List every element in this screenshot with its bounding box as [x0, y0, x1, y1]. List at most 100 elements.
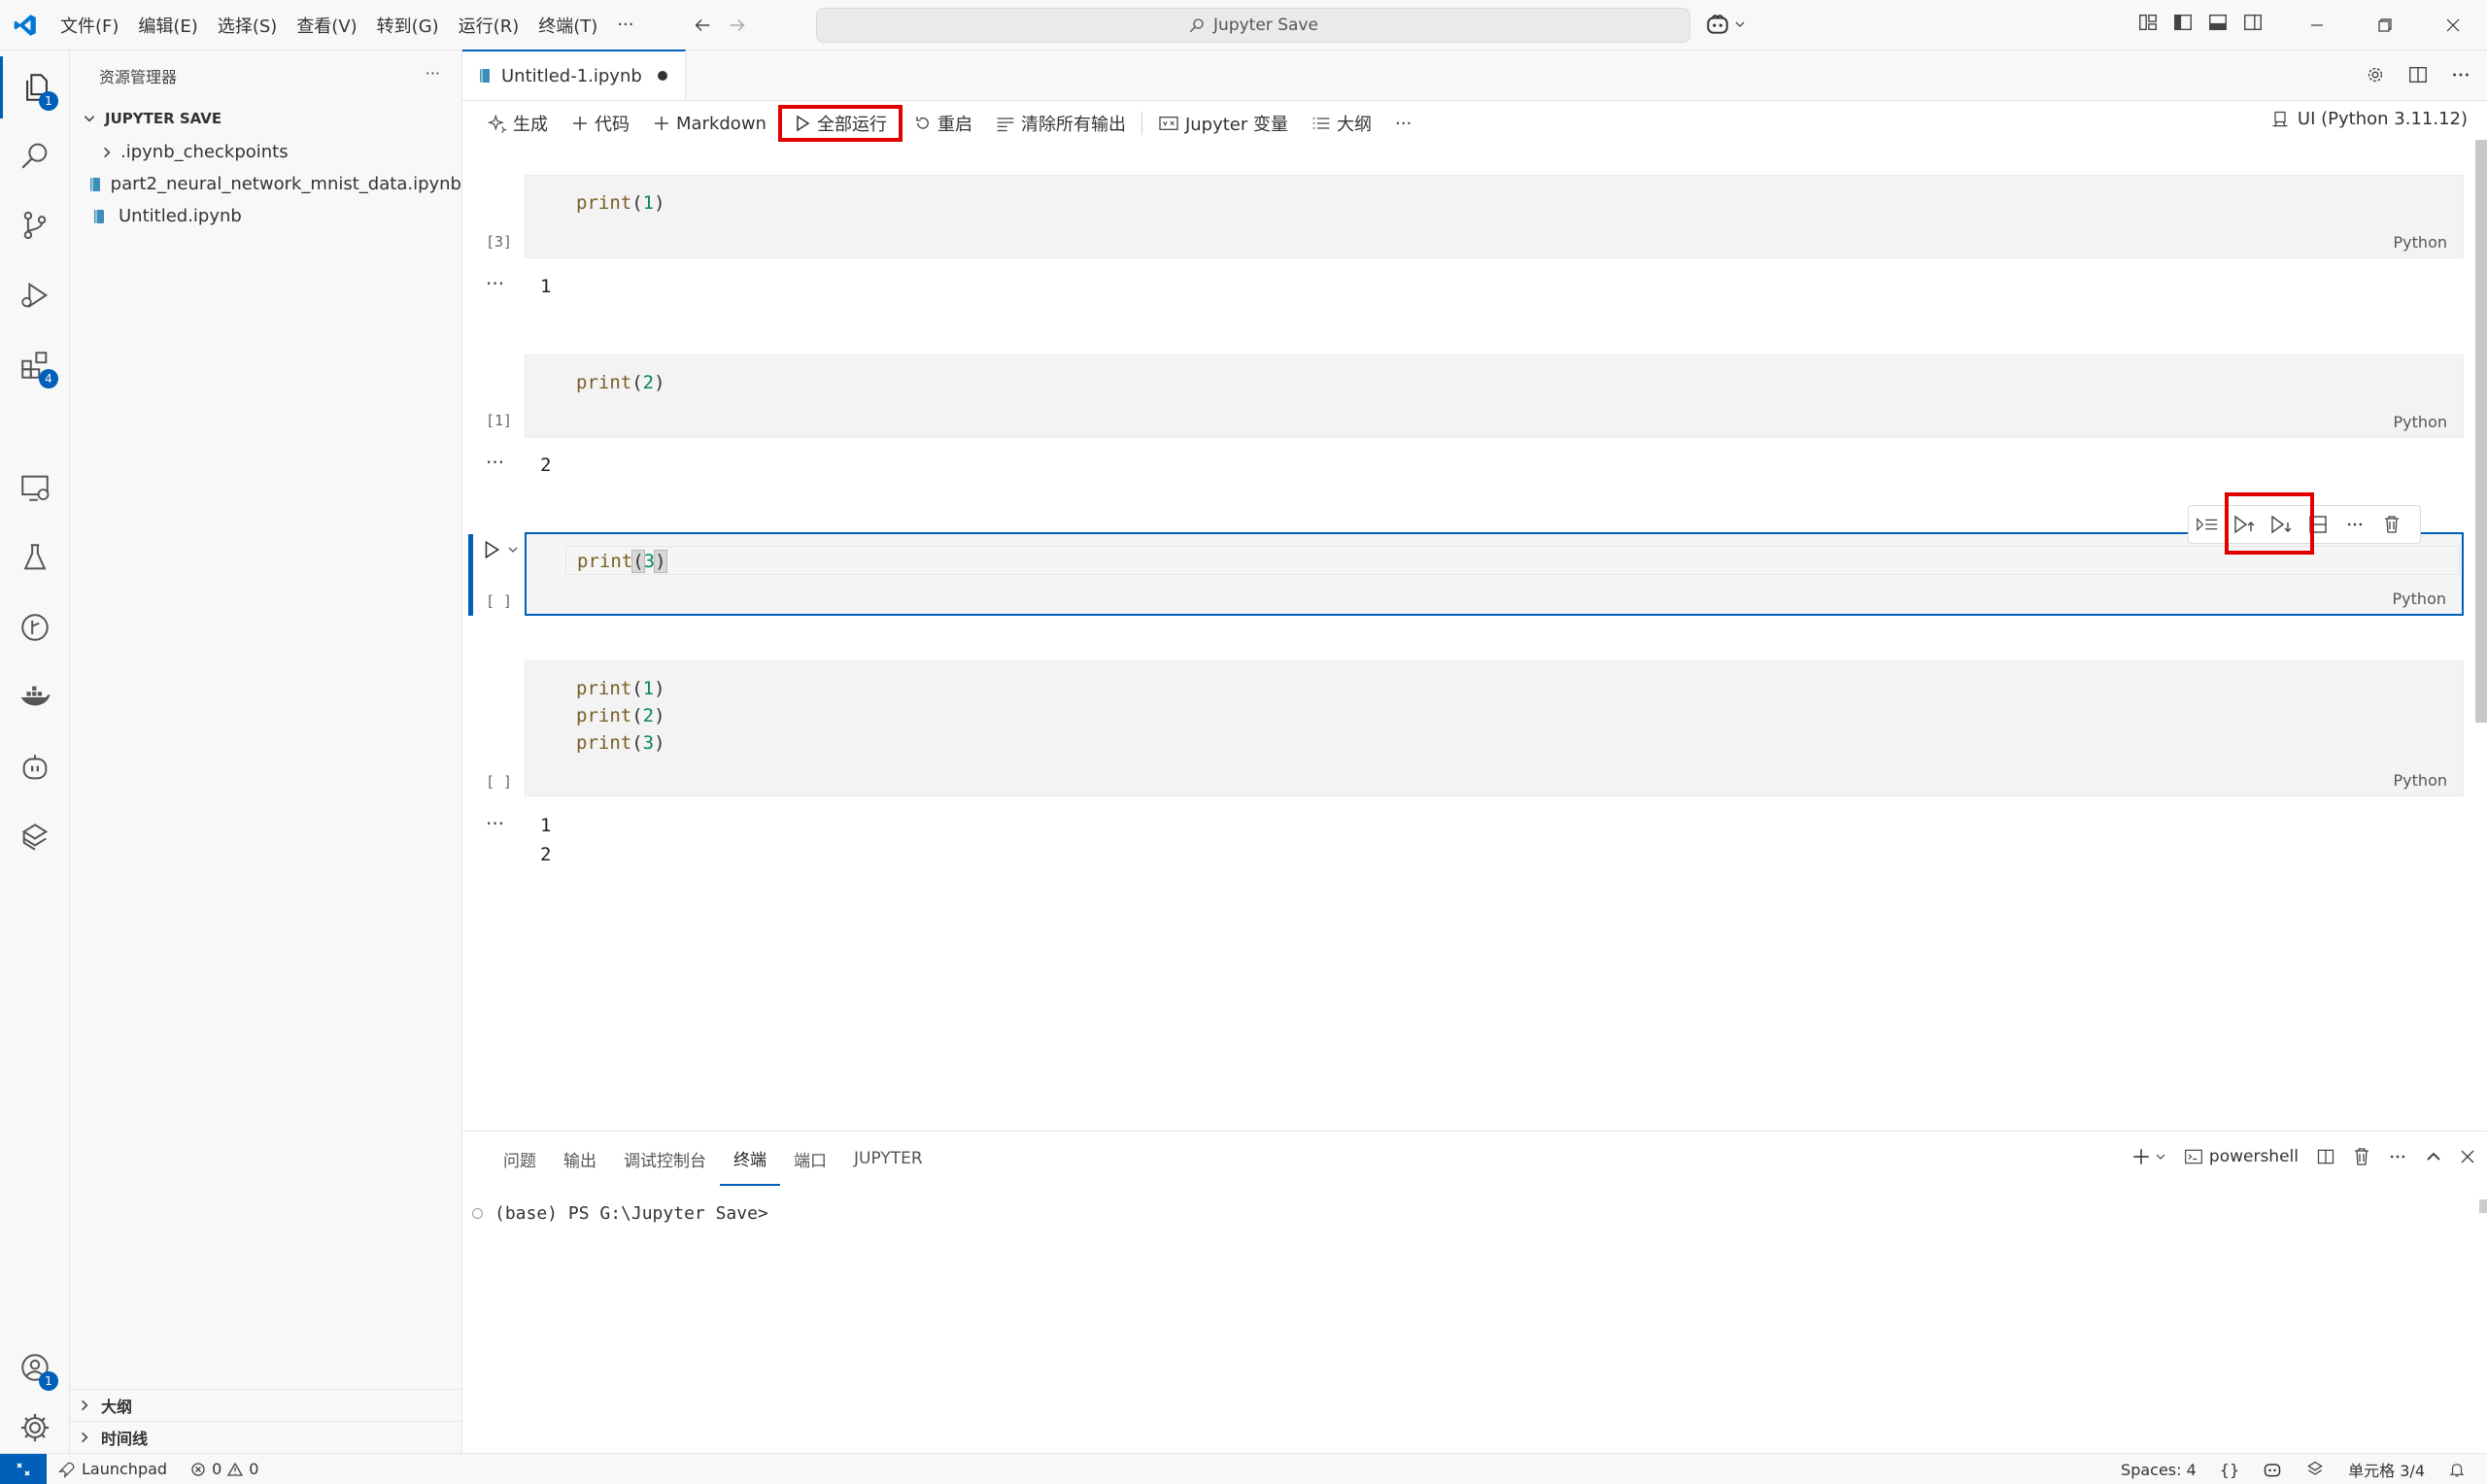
close-window-button[interactable] [2419, 0, 2487, 51]
forward-arrow-icon[interactable] [727, 15, 748, 36]
outline-section[interactable]: 大纲 [70, 1389, 462, 1421]
add-code-cell-button[interactable]: 代码 [560, 105, 641, 142]
tab-problems[interactable]: 问题 [490, 1131, 550, 1186]
code-cell-4[interactable]: print(1) print(2) print(3) Python [525, 660, 2464, 796]
code-cell-1[interactable]: print(1) Python [525, 175, 2464, 258]
toolbar-more-button[interactable]: ··· [1383, 105, 1423, 142]
remote-indicator-button[interactable] [0, 1453, 47, 1484]
split-terminal-icon[interactable] [2316, 1147, 2335, 1166]
ai-toolkit-activity[interactable] [0, 806, 70, 868]
menu-selection[interactable]: 选择(S) [208, 0, 287, 51]
tree-item-checkpoints[interactable]: .ipynb_checkpoints [70, 136, 461, 168]
cell-more-button[interactable] [2336, 506, 2373, 543]
generate-button[interactable]: 生成 [476, 105, 560, 142]
tab-debug-console[interactable]: 调试控制台 [610, 1131, 720, 1186]
extensions-activity[interactable]: 4 [0, 334, 70, 396]
ai-toolkit-status[interactable] [2294, 1460, 2336, 1479]
kill-terminal-trash-icon[interactable] [2353, 1147, 2370, 1166]
run-all-button[interactable]: 全部运行 [777, 105, 903, 142]
outline-button[interactable]: 大纲 [1300, 105, 1383, 142]
run-cell-button[interactable] [482, 540, 501, 559]
tab-terminal[interactable]: 终端 [720, 1131, 780, 1186]
execute-above-cells-button[interactable] [2189, 506, 2226, 543]
cell-language[interactable]: Python [2393, 590, 2446, 608]
menu-file[interactable]: 文件(F) [51, 0, 128, 51]
cell-language[interactable]: Python [2394, 233, 2447, 252]
terminal-scrollbar[interactable] [2479, 1199, 2487, 1213]
accounts-activity[interactable]: 1 [0, 1336, 70, 1399]
search-activity[interactable] [0, 124, 70, 186]
cell-language[interactable]: Python [2394, 413, 2447, 431]
editor-scrollbar[interactable] [2475, 140, 2487, 723]
language-braces-status[interactable]: {} [2208, 1461, 2251, 1479]
cell-source[interactable]: print(1) [576, 189, 665, 217]
maximize-panel-chevron-up-icon[interactable] [2425, 1148, 2442, 1165]
split-editor-icon[interactable] [2407, 64, 2429, 85]
toggle-primary-sidebar-icon[interactable] [2172, 12, 2194, 33]
docker-activity[interactable] [0, 666, 70, 728]
git-graph-activity[interactable] [0, 596, 70, 658]
tab-ports[interactable]: 端口 [780, 1131, 840, 1186]
back-arrow-icon[interactable] [692, 15, 713, 36]
explorer-activity[interactable]: 1 [0, 56, 70, 118]
testing-activity[interactable] [0, 526, 70, 589]
cell-position-status[interactable]: 单元格 3/4 [2336, 1458, 2436, 1481]
launchpad-button[interactable]: Launchpad [47, 1460, 179, 1478]
cell-language[interactable]: Python [2394, 771, 2447, 790]
sidebar-more-button[interactable]: ··· [426, 64, 440, 83]
folder-header[interactable]: JUPYTER SAVE [70, 101, 461, 136]
code-cell-2[interactable]: print(2) Python [525, 354, 2464, 438]
command-center-search[interactable]: Jupyter Save [816, 8, 1690, 43]
chevron-down-icon[interactable] [507, 544, 519, 556]
manage-activity[interactable] [0, 1397, 70, 1459]
menu-more[interactable]: ··· [607, 0, 643, 51]
menu-edit[interactable]: 编辑(E) [128, 0, 207, 51]
cell-source[interactable]: print(1) print(2) print(3) [576, 675, 665, 757]
terminal-output[interactable]: (base) PS G:\Jupyter Save> [472, 1203, 768, 1224]
tab-untitled-1[interactable]: Untitled-1.ipynb [462, 50, 686, 100]
restore-button[interactable] [2351, 0, 2419, 51]
add-markdown-cell-button[interactable]: Markdown [641, 105, 778, 142]
problems-status-button[interactable]: 0 0 [179, 1460, 270, 1478]
copilot-chat-activity[interactable] [0, 736, 70, 798]
remote-explorer-activity[interactable] [0, 456, 70, 519]
menu-run[interactable]: 运行(R) [449, 0, 529, 51]
code-cell-3[interactable]: print(3) Python [525, 532, 2464, 616]
close-panel-icon[interactable] [2460, 1149, 2475, 1164]
tree-item-part2-notebook[interactable]: part2_neural_network_mnist_data.ipynb [70, 168, 461, 200]
copilot-status[interactable] [2251, 1460, 2294, 1479]
more-actions-icon[interactable] [2450, 64, 2471, 85]
kernel-picker[interactable]: UI (Python 3.11.12) [2270, 109, 2468, 129]
delete-cell-button[interactable] [2373, 506, 2410, 543]
variables-button[interactable]: Jupyter 变量 [1146, 105, 1300, 142]
output-menu-button[interactable]: ··· [486, 272, 504, 295]
restart-button[interactable]: 重启 [903, 105, 984, 142]
panel-more-icon[interactable] [2388, 1147, 2407, 1166]
new-terminal-button[interactable] [2131, 1147, 2166, 1166]
notifications-bell-icon[interactable] [2436, 1461, 2477, 1478]
toggle-secondary-sidebar-icon[interactable] [2242, 12, 2264, 33]
source-control-activity[interactable] [0, 194, 70, 256]
shell-label: powershell [2208, 1147, 2299, 1166]
notebook-settings-gear-icon[interactable] [2365, 64, 2386, 85]
unsaved-dot-icon[interactable] [657, 71, 667, 81]
tab-jupyter[interactable]: JUPYTER [840, 1131, 937, 1186]
output-menu-button[interactable]: ··· [486, 451, 504, 474]
timeline-section[interactable]: 时间线 [70, 1421, 462, 1453]
tab-output[interactable]: 输出 [550, 1131, 610, 1186]
indentation-status[interactable]: Spaces: 4 [2109, 1461, 2208, 1479]
menu-go[interactable]: 转到(G) [367, 0, 449, 51]
cell-source[interactable]: print(3) [577, 548, 667, 575]
terminal-shell-selector[interactable]: powershell [2184, 1147, 2299, 1166]
tree-item-untitled-notebook[interactable]: Untitled.ipynb [70, 200, 461, 232]
output-menu-button[interactable]: ··· [486, 812, 504, 835]
run-debug-activity[interactable] [0, 264, 70, 326]
menu-terminal[interactable]: 终端(T) [528, 0, 607, 51]
customize-layout-icon[interactable] [2137, 12, 2159, 33]
menu-view[interactable]: 查看(V) [287, 0, 366, 51]
toggle-panel-icon[interactable] [2207, 12, 2229, 33]
minimize-button[interactable] [2283, 0, 2351, 51]
cell-source[interactable]: print(2) [576, 369, 665, 396]
clear-outputs-button[interactable]: 清除所有输出 [984, 105, 1138, 142]
copilot-button[interactable] [1705, 12, 1746, 37]
